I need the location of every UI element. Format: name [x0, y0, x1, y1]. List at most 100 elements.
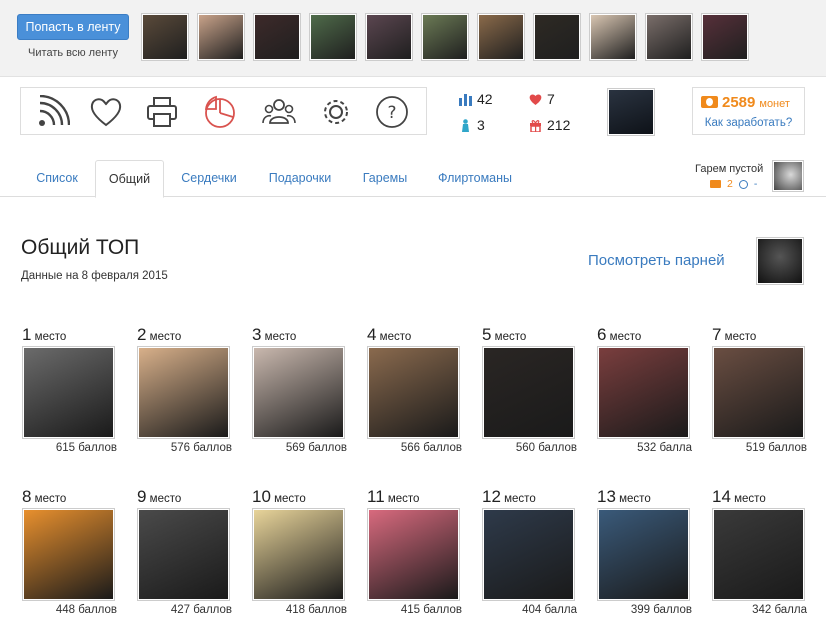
- rank-score: 448 баллов: [55, 604, 117, 616]
- rank-place-word: место: [379, 331, 412, 343]
- rank-card[interactable]: 14 место 342 балла: [712, 487, 807, 616]
- rank-label: 3 место: [252, 325, 347, 346]
- feed-thumb[interactable]: [365, 13, 413, 61]
- hearts-stat[interactable]: 7: [529, 91, 555, 107]
- heart-icon[interactable]: [88, 94, 124, 130]
- feed-thumb[interactable]: [421, 13, 469, 61]
- feed-thumb[interactable]: [701, 13, 749, 61]
- rank-photo[interactable]: [22, 346, 115, 439]
- feed-thumbnails: [141, 13, 749, 61]
- gifts-stat[interactable]: 212: [529, 117, 570, 133]
- rank-photo[interactable]: [252, 508, 345, 601]
- rank-place-word: место: [387, 493, 420, 505]
- feed-thumb[interactable]: [477, 13, 525, 61]
- rank-place-word: место: [734, 493, 766, 505]
- read-feed-link[interactable]: Читать всю ленту: [17, 47, 129, 59]
- tab-list[interactable]: Список: [22, 160, 92, 197]
- printer-icon[interactable]: [144, 94, 180, 130]
- rank-label: 1 место: [22, 325, 117, 346]
- rank-photo[interactable]: [367, 346, 460, 439]
- earn-coins-link[interactable]: Как заработать?: [693, 117, 804, 129]
- rank-card[interactable]: 13 место 399 баллов: [597, 487, 692, 616]
- feed-thumb[interactable]: [533, 13, 581, 61]
- pie-chart-icon[interactable]: [202, 94, 238, 130]
- rank-place: 12: [482, 487, 501, 506]
- rank-score: 418 баллов: [285, 604, 347, 616]
- rank-photo[interactable]: [22, 508, 115, 601]
- rank-photo[interactable]: [482, 508, 575, 601]
- tab-flirtomans[interactable]: Флиртоманы: [428, 160, 522, 197]
- coin-icon: [701, 96, 718, 108]
- rank-place: 7: [712, 325, 722, 344]
- rss-icon[interactable]: [35, 94, 71, 130]
- rank-place-word: место: [264, 331, 297, 343]
- rating-stat[interactable]: 42: [459, 91, 493, 107]
- rank-place-word: место: [34, 331, 67, 343]
- rank-place: 2: [137, 325, 147, 344]
- rank-place: 9: [137, 487, 147, 506]
- rank-label: 5 место: [482, 325, 577, 346]
- rank-card[interactable]: 10 место 418 баллов: [252, 487, 347, 616]
- rank-place-word: место: [724, 331, 757, 343]
- clock-icon: [738, 179, 748, 189]
- rank-score: 532 балла: [637, 442, 692, 454]
- tab-gifts[interactable]: Подарочки: [256, 160, 344, 197]
- feed-thumb[interactable]: [253, 13, 301, 61]
- rating-value: 42: [477, 91, 493, 107]
- tab-general[interactable]: Общий: [95, 160, 164, 198]
- group-icon[interactable]: [261, 94, 297, 130]
- rank-place-word: место: [149, 493, 182, 505]
- rank-card[interactable]: 1 место 615 баллов: [22, 325, 117, 454]
- rank-photo[interactable]: [137, 346, 230, 439]
- feed-thumb[interactable]: [589, 13, 637, 61]
- feed-thumb[interactable]: [309, 13, 357, 61]
- feed-thumb[interactable]: [197, 13, 245, 61]
- rank-label: 4 место: [367, 325, 462, 346]
- coins-box: 2589 монет Как заработать?: [692, 87, 805, 135]
- see-boys-link[interactable]: Посмотреть парней: [588, 252, 725, 269]
- feed-thumb[interactable]: [141, 13, 189, 61]
- rank-place: 10: [252, 487, 271, 506]
- rank-card[interactable]: 3 место 569 баллов: [252, 325, 347, 454]
- rank-score: 519 баллов: [745, 442, 807, 454]
- rank-photo[interactable]: [137, 508, 230, 601]
- rank-label: 6 место: [597, 325, 692, 346]
- feed-thumb[interactable]: [645, 13, 693, 61]
- rank-photo[interactable]: [597, 508, 690, 601]
- rank-photo[interactable]: [712, 508, 805, 601]
- rank-score: 342 балла: [752, 604, 807, 616]
- rank-card[interactable]: 12 место 404 балла: [482, 487, 577, 616]
- rank-label: 9 место: [137, 487, 232, 508]
- help-icon[interactable]: ?: [374, 94, 410, 130]
- gear-icon[interactable]: [318, 94, 354, 130]
- feed-thumb-photo: [255, 15, 299, 59]
- rank-place-word: место: [494, 331, 527, 343]
- people-value: 3: [477, 117, 485, 133]
- profile-avatar[interactable]: [607, 88, 655, 136]
- page-title: Общий ТОП: [21, 236, 140, 259]
- rank-card[interactable]: 7 место 519 баллов: [712, 325, 807, 454]
- hearts-value: 7: [547, 91, 555, 107]
- tab-harems[interactable]: Гаремы: [350, 160, 420, 197]
- rank-photo[interactable]: [712, 346, 805, 439]
- people-stat[interactable]: 3: [459, 117, 485, 133]
- rank-photo[interactable]: [482, 346, 575, 439]
- rank-card[interactable]: 9 место 427 баллов: [137, 487, 232, 616]
- rank-card[interactable]: 2 место 576 баллов: [137, 325, 232, 454]
- rank-label: 7 место: [712, 325, 807, 346]
- rank-score: 399 баллов: [630, 604, 692, 616]
- rank-card[interactable]: 11 место 415 баллов: [367, 487, 462, 616]
- rank-label: 8 место: [22, 487, 117, 508]
- rank-card[interactable]: 5 место 560 баллов: [482, 325, 577, 454]
- harem-avatar[interactable]: [772, 160, 804, 192]
- rank-card[interactable]: 8 место 448 баллов: [22, 487, 117, 616]
- rank-photo[interactable]: [252, 346, 345, 439]
- boys-avatar[interactable]: [756, 237, 804, 285]
- join-feed-button[interactable]: Попасть в ленту: [17, 14, 129, 40]
- tab-hearts[interactable]: Сердечки: [168, 160, 250, 197]
- rank-photo[interactable]: [367, 508, 460, 601]
- rank-card[interactable]: 6 место 532 балла: [597, 325, 692, 454]
- rank-photo[interactable]: [597, 346, 690, 439]
- rank-card[interactable]: 4 место 566 баллов: [367, 325, 462, 454]
- bar-chart-icon: [459, 93, 472, 106]
